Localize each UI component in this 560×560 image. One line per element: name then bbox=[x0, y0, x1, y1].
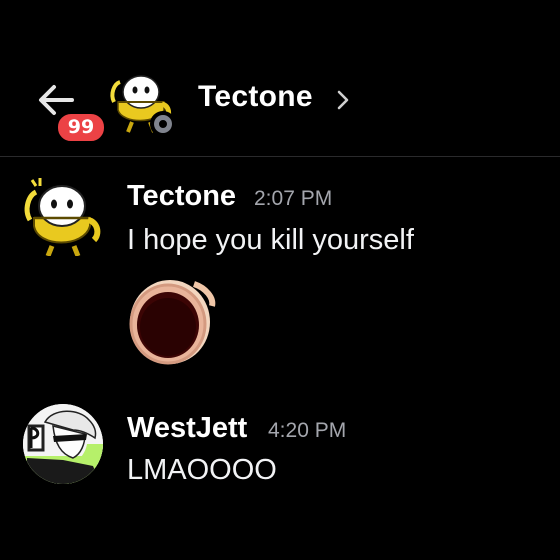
message-content: I hope you kill yourself bbox=[127, 224, 414, 256]
chevron-right-icon[interactable] bbox=[336, 89, 350, 111]
channel-title[interactable]: Tectone bbox=[198, 80, 313, 114]
message-timestamp: 2:07 PM bbox=[254, 187, 333, 210]
avatar[interactable] bbox=[23, 404, 103, 484]
message-content: LMAOOOO bbox=[127, 454, 277, 486]
unread-count-badge: 99 bbox=[55, 111, 107, 144]
avatar[interactable] bbox=[22, 176, 102, 256]
message-author[interactable]: WestJett bbox=[127, 412, 247, 445]
message-author[interactable]: Tectone bbox=[127, 180, 236, 213]
offline-status-icon bbox=[150, 111, 176, 137]
message-timestamp: 4:20 PM bbox=[268, 419, 347, 442]
channel-header: 99 Tectone bbox=[0, 0, 560, 157]
custom-emoji[interactable] bbox=[124, 270, 220, 366]
avatar-image bbox=[23, 404, 103, 484]
